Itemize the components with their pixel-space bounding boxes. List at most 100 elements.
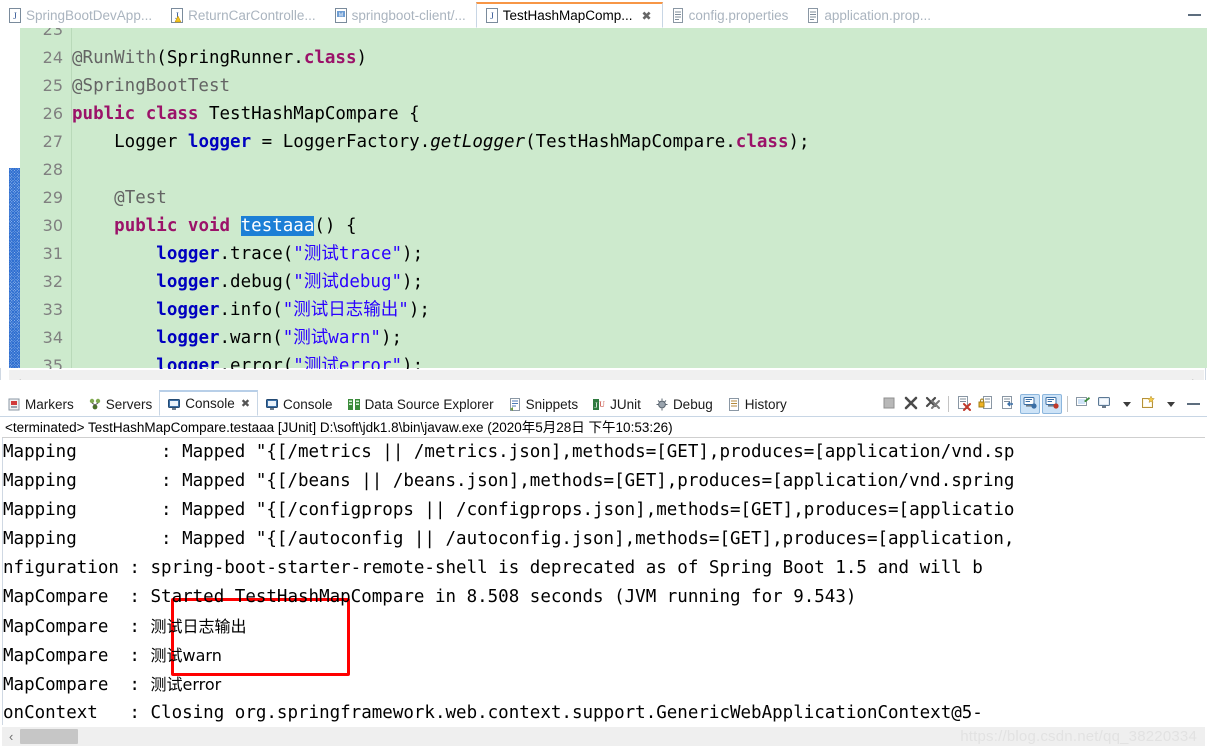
code-token: (TestHashMapCompare. xyxy=(525,132,736,152)
editor-code-area[interactable]: @RunWith(SpringRunner.class) @SpringBootT… xyxy=(72,28,1207,376)
view-tab-markers-1[interactable]: Markers xyxy=(0,392,81,416)
view-tab-console-3[interactable]: Console ✖ xyxy=(159,390,259,416)
view-tab-console-4[interactable]: Console xyxy=(258,392,340,416)
code-token: logger xyxy=(156,272,220,292)
view-tab-data-source-explorer-5[interactable]: Data Source Explorer xyxy=(340,392,501,416)
view-tab-label: Console xyxy=(185,396,235,411)
console-line-prefix: MapCompare : xyxy=(3,675,151,695)
line-number: 28 xyxy=(42,160,63,179)
open-console-button[interactable] xyxy=(1139,394,1159,414)
view-tab-label: Servers xyxy=(105,396,153,412)
code-line: @Test xyxy=(72,184,167,212)
code-token: class xyxy=(145,104,199,124)
console-output[interactable]: Mapping : Mapped "{[/metrics || /metrics… xyxy=(2,438,1205,725)
show-console-on-output-button[interactable] xyxy=(1020,394,1040,414)
scroll-right-arrow[interactable]: › xyxy=(1183,373,1204,380)
editor-tab-6[interactable]: application.prop... xyxy=(798,2,941,28)
code-token: logger xyxy=(187,132,252,152)
svg-text:J: J xyxy=(595,401,598,410)
editor-tab-label: SpringBootDevApp... xyxy=(26,7,153,23)
scroll-left-arrow[interactable]: ‹ xyxy=(9,373,30,380)
java-file-icon: J xyxy=(8,7,21,23)
view-tab-junit-7[interactable]: J U JUnit xyxy=(585,392,648,416)
view-tab-snippets-6[interactable]: Snippets xyxy=(501,392,586,416)
code-token: class xyxy=(735,132,789,152)
code-editor[interactable]: 23 24 25 26 27 28 29 30 31 32 33 34 35 @RunWith(Spri… xyxy=(0,28,1207,380)
code-token: " xyxy=(293,244,304,264)
editor-change-bar xyxy=(9,28,20,368)
editor-tab-label: TestHashMapComp... xyxy=(502,8,633,23)
view-tab-debug-8[interactable]: Debug xyxy=(648,392,720,416)
minimize-icon xyxy=(1186,400,1200,405)
console-line: MapCompare : Started TestHashMapCompare … xyxy=(3,587,857,607)
display-selected-console-button[interactable] xyxy=(1095,394,1115,414)
remove-all-terminated-button[interactable] xyxy=(923,394,943,414)
editor-tab-5[interactable]: config.properties xyxy=(663,2,799,28)
code-line: logger.trace("测试trace"); xyxy=(72,240,423,268)
code-token: ( xyxy=(156,48,167,68)
xml-file-icon: M xyxy=(334,7,347,23)
view-tab-history-9[interactable]: History xyxy=(720,392,794,416)
open-console-dropdown[interactable] xyxy=(1161,394,1181,414)
console-icon xyxy=(265,397,279,411)
code-token: getLogger xyxy=(430,132,526,152)
code-token: logger xyxy=(156,300,220,320)
console-scroll-left-arrow[interactable]: ‹ xyxy=(2,729,20,744)
word-wrap-button[interactable] xyxy=(998,394,1018,414)
editor-horizontal-scrollbar[interactable]: ‹ › xyxy=(9,369,1204,380)
line-number: 31 xyxy=(42,244,63,263)
show-console-on-error-button[interactable] xyxy=(1042,394,1062,414)
editor-tab-4[interactable]: J TestHashMapComp... ✖ xyxy=(475,2,663,28)
minimize-view-button[interactable] xyxy=(1183,394,1203,414)
code-token: 测试 xyxy=(303,272,339,292)
code-token: .info( xyxy=(219,300,283,320)
view-tab-label: Snippets xyxy=(525,396,579,412)
console-icon xyxy=(167,397,181,411)
editor-tab-label: springboot-client/... xyxy=(351,7,466,23)
editor-tab-1[interactable]: J SpringBootDevApp... xyxy=(0,2,162,28)
editor-tab-2[interactable]: J ReturnCarControlle... xyxy=(162,2,326,28)
console-line: Mapping : Mapped "{[/autoconfig || /auto… xyxy=(3,529,1015,549)
view-tab-servers-2[interactable]: Servers xyxy=(81,392,160,416)
line-number: 33 xyxy=(42,300,63,319)
code-token: = LoggerFactory. xyxy=(251,132,431,152)
console-toolbar xyxy=(879,392,1207,416)
clear-console-button[interactable] xyxy=(954,394,974,414)
editor-line-number-gutter: 23 24 25 26 27 28 29 30 31 32 33 34 35 xyxy=(20,28,72,375)
code-token: trace" xyxy=(338,244,403,264)
junit-icon: JU xyxy=(592,397,606,411)
console-launch-header: <terminated> TestHashMapCompare.testaaa … xyxy=(2,417,1205,438)
code-line: @SpringBootTest xyxy=(72,72,230,100)
line-number: 23 xyxy=(42,28,63,39)
minimize-icon[interactable] xyxy=(1188,11,1201,16)
editor-tab-bar: J SpringBootDevApp... J ReturnCarControlle.… xyxy=(0,0,1207,29)
terminate-button[interactable] xyxy=(879,394,899,414)
display-selected-console-dropdown[interactable] xyxy=(1117,394,1137,414)
close-icon[interactable]: ✖ xyxy=(241,397,250,410)
history-icon xyxy=(727,397,741,411)
console-line: nfiguration : spring-boot-starter-remote… xyxy=(3,558,983,578)
editor-tab-3[interactable]: Mspringboot-client/... xyxy=(326,2,476,28)
scroll-lock-button[interactable] xyxy=(976,394,996,414)
view-tab-label: Markers xyxy=(25,396,74,412)
properties-file-icon xyxy=(671,7,684,23)
chevron-down-icon xyxy=(1167,401,1175,407)
java-warning-file-icon: J xyxy=(170,7,184,23)
view-tab-label: JUnit xyxy=(610,396,641,412)
close-icon[interactable]: ✖ xyxy=(642,10,652,22)
code-token: ); xyxy=(408,300,430,320)
code-token: 测试日志输出 xyxy=(293,300,399,320)
code-token: logger xyxy=(156,244,220,264)
code-line: public void testaaa() { xyxy=(72,212,357,240)
line-number: 25 xyxy=(42,76,63,95)
remove-launch-button[interactable] xyxy=(901,394,921,414)
pin-console-button[interactable] xyxy=(1073,394,1093,414)
code-token: .debug( xyxy=(219,272,294,292)
code-token: class xyxy=(303,48,357,68)
line-number: 26 xyxy=(42,104,63,123)
console-line-prefix: MapCompare : xyxy=(3,617,151,637)
console-scrollbar-thumb[interactable] xyxy=(20,729,79,744)
code-token: SpringRunner xyxy=(166,48,294,68)
